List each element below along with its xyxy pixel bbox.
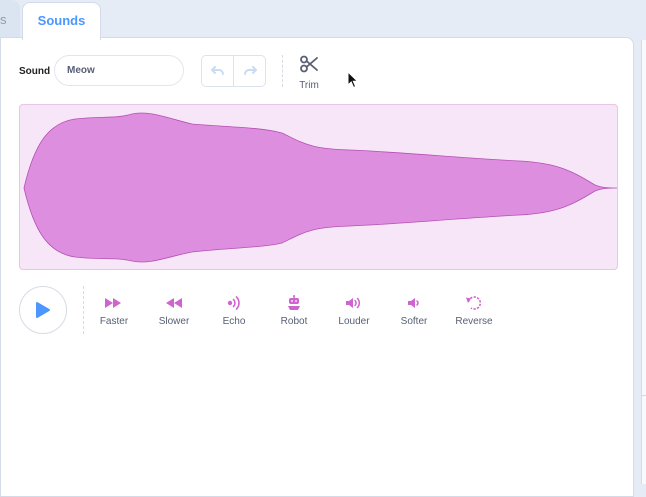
louder-icon bbox=[346, 297, 360, 309]
tab-sounds[interactable]: Sounds bbox=[22, 2, 101, 40]
trim-label: Trim bbox=[299, 80, 319, 91]
waveform-container[interactable] bbox=[19, 104, 618, 270]
tab-costumes-label: s bbox=[0, 12, 7, 27]
slower-icon bbox=[166, 298, 182, 308]
play-button[interactable] bbox=[19, 286, 67, 334]
softer-button[interactable]: Softer bbox=[384, 295, 444, 327]
softer-label: Softer bbox=[400, 316, 428, 327]
robot-label: Robot bbox=[280, 316, 308, 327]
undo-icon bbox=[210, 66, 224, 75]
undo-button[interactable] bbox=[202, 56, 233, 86]
echo-label: Echo bbox=[222, 316, 246, 327]
slower-label: Slower bbox=[158, 316, 190, 327]
right-panel-divider bbox=[641, 395, 646, 396]
tab-sounds-label: Sounds bbox=[37, 13, 86, 28]
undo-redo-group bbox=[201, 55, 266, 87]
softer-icon bbox=[408, 298, 419, 308]
toolbar-divider bbox=[282, 55, 283, 87]
reverse-label: Reverse bbox=[455, 316, 493, 327]
reverse-button[interactable]: Reverse bbox=[444, 295, 504, 327]
louder-button[interactable]: Louder bbox=[324, 295, 384, 327]
robot-button[interactable]: Robot bbox=[264, 295, 324, 327]
robot-icon bbox=[288, 295, 300, 310]
slower-button[interactable]: Slower bbox=[144, 295, 204, 327]
right-panel-edge bbox=[641, 40, 646, 484]
echo-button[interactable]: Echo bbox=[204, 295, 264, 327]
faster-icon bbox=[105, 298, 121, 308]
waveform bbox=[23, 112, 617, 263]
sound-name-label: Sound bbox=[19, 66, 51, 77]
reverse-icon bbox=[466, 296, 482, 310]
mouse-cursor-icon bbox=[347, 71, 359, 89]
trim-button[interactable]: Trim bbox=[296, 55, 322, 91]
play-icon bbox=[36, 302, 50, 318]
scissors-icon bbox=[300, 55, 318, 73]
faster-button[interactable]: Faster bbox=[84, 295, 144, 327]
faster-label: Faster bbox=[99, 316, 129, 327]
echo-icon bbox=[227, 296, 240, 310]
redo-button[interactable] bbox=[233, 56, 265, 86]
redo-icon bbox=[243, 66, 257, 75]
louder-label: Louder bbox=[338, 316, 370, 327]
tab-costumes[interactable]: s bbox=[0, 0, 20, 40]
sound-name-input[interactable] bbox=[54, 55, 184, 86]
